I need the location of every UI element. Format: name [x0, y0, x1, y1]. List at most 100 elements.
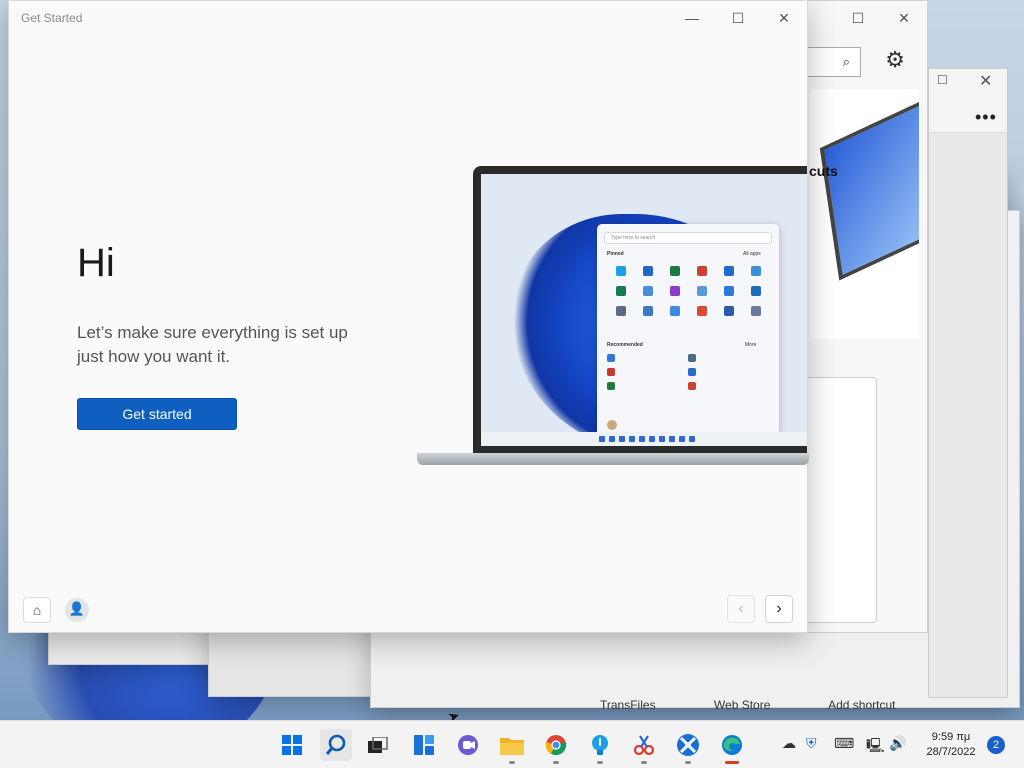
search-button[interactable] — [320, 729, 352, 761]
start-menu-illustration: Type here to search Pinned All apps Reco… — [597, 224, 779, 436]
start-button[interactable] — [276, 729, 308, 761]
user-avatar-icon — [607, 420, 617, 430]
get-started-button[interactable]: Get started — [77, 398, 237, 430]
recommended-label: Recommended — [607, 342, 643, 348]
laptop-screen: Type here to search Pinned All apps Reco… — [481, 174, 807, 446]
store-card-title: cuts — [809, 163, 838, 179]
vpn-app-button[interactable] — [672, 729, 704, 764]
running-indicator — [725, 761, 739, 764]
running-indicator — [509, 761, 515, 764]
running-indicator — [685, 761, 691, 764]
maximize-icon[interactable]: ☐ — [835, 1, 881, 35]
app-icon — [696, 286, 707, 296]
previous-button[interactable]: ‹ — [727, 595, 755, 623]
footer-item-transfiles[interactable]: TransFiles — [600, 698, 656, 712]
system-clock[interactable]: 9:59 πμ 28/7/2022 — [916, 730, 986, 760]
app-icon — [615, 286, 626, 296]
laptop-taskbar — [481, 432, 807, 446]
chevron-left-icon: ‹ — [738, 600, 744, 617]
app-icon — [723, 266, 734, 276]
get-started-window[interactable]: Get Started — ☐ ✕ Hi Let’s make sure eve… — [8, 0, 808, 633]
lightbulb-app-button[interactable] — [584, 729, 616, 764]
app-icon — [696, 306, 707, 316]
running-indicator — [553, 761, 559, 764]
maximize-button[interactable]: ☐ — [715, 1, 761, 35]
clock-time: 9:59 πμ — [931, 731, 971, 743]
app-icon — [696, 266, 707, 276]
recommended-list — [607, 354, 769, 390]
volume-icon[interactable]: 🔊 — [889, 735, 906, 752]
security-shield-icon[interactable]: ⛨ — [806, 735, 817, 752]
laptop-illustration: Type here to search Pinned All apps Reco… — [473, 166, 807, 456]
app-icon — [723, 306, 734, 316]
chat-icon — [458, 735, 478, 755]
window-title: Get Started — [21, 11, 83, 25]
home-icon: ⌂ — [32, 602, 42, 618]
page-heading: Hi — [77, 241, 115, 285]
app-icon — [750, 306, 761, 316]
network-icon[interactable]: 🖳 — [866, 735, 885, 759]
snip-tool-button[interactable] — [628, 729, 660, 764]
pinned-label: Pinned — [607, 251, 624, 257]
close-icon[interactable]: ✕ — [881, 1, 927, 35]
home-button[interactable]: ⌂ — [23, 597, 51, 623]
close-button[interactable]: ✕ — [761, 1, 807, 35]
chrome-icon — [545, 735, 567, 755]
start-search-box: Type here to search — [604, 232, 772, 244]
app-icon — [642, 306, 653, 316]
person-icon: 👤 — [68, 601, 86, 616]
third-window-titlebar: ☐ ✕ ••• — [929, 69, 1007, 133]
app-icon — [750, 286, 761, 296]
third-window[interactable]: ☐ ✕ ••• — [928, 68, 1008, 698]
close-icon[interactable]: ✕ — [979, 71, 992, 91]
account-button[interactable]: 👤 — [65, 598, 89, 622]
running-indicator — [597, 761, 603, 764]
store-card[interactable] — [801, 377, 877, 623]
chat-button[interactable] — [452, 729, 484, 761]
gear-icon[interactable]: ⚙ — [885, 47, 905, 73]
minimize-button[interactable]: — — [669, 1, 715, 35]
chrome-button[interactable] — [540, 729, 572, 764]
chevron-right-icon: › — [776, 600, 782, 617]
clock-date: 28/7/2022 — [926, 746, 976, 758]
more-label: More — [745, 342, 757, 348]
more-options-icon[interactable]: ••• — [975, 107, 997, 128]
footer-item-web-store[interactable]: Web Store — [714, 698, 770, 712]
recent-file-icon — [688, 354, 696, 362]
maximize-icon[interactable]: ☐ — [937, 73, 948, 87]
title-bar[interactable]: Get Started — ☐ ✕ — [9, 1, 807, 35]
search-icon — [325, 734, 346, 755]
page-subtitle: Let’s make sure everything is set up jus… — [77, 323, 348, 366]
recent-file-icon — [607, 382, 615, 390]
edge-icon — [722, 735, 742, 755]
search-icon: ⌕ — [842, 54, 850, 69]
scissors-icon — [633, 735, 655, 756]
folder-icon — [500, 738, 524, 755]
app-icon — [669, 306, 680, 316]
widgets-button[interactable] — [408, 729, 440, 761]
recent-file-icon — [688, 368, 696, 376]
background-window-footer: TransFiles Web Store Add shortcut — [600, 698, 1010, 718]
store-window[interactable]: ☐ ✕ ⌕ ⚙ cuts — [790, 0, 928, 633]
recent-file-icon — [607, 368, 615, 376]
recent-file-icon — [607, 354, 615, 362]
pinned-app-grid — [607, 266, 769, 316]
app-icon — [669, 286, 680, 296]
app-icon — [642, 286, 653, 296]
edge-button[interactable] — [716, 729, 748, 764]
keyboard-icon[interactable]: ⌨ — [834, 735, 854, 752]
notification-badge[interactable]: 2 — [987, 736, 1005, 754]
app-icon — [723, 286, 734, 296]
app-icon — [642, 266, 653, 276]
laptop-base — [417, 453, 809, 465]
app-icon — [669, 266, 680, 276]
task-view-button[interactable] — [362, 729, 394, 761]
footer-item-add-shortcut[interactable]: Add shortcut — [828, 698, 895, 712]
windows-logo-icon — [282, 735, 302, 755]
taskbar: ☁ ⛨ ⌨ 🖳 🔊 9:59 πμ 28/7/2022 2 — [0, 720, 1024, 768]
next-button[interactable]: › — [765, 595, 793, 623]
cloud-offline-icon[interactable]: ☁ — [782, 735, 796, 752]
device-image — [819, 97, 919, 281]
recent-file-icon — [688, 382, 696, 390]
file-explorer-button[interactable] — [496, 729, 528, 764]
